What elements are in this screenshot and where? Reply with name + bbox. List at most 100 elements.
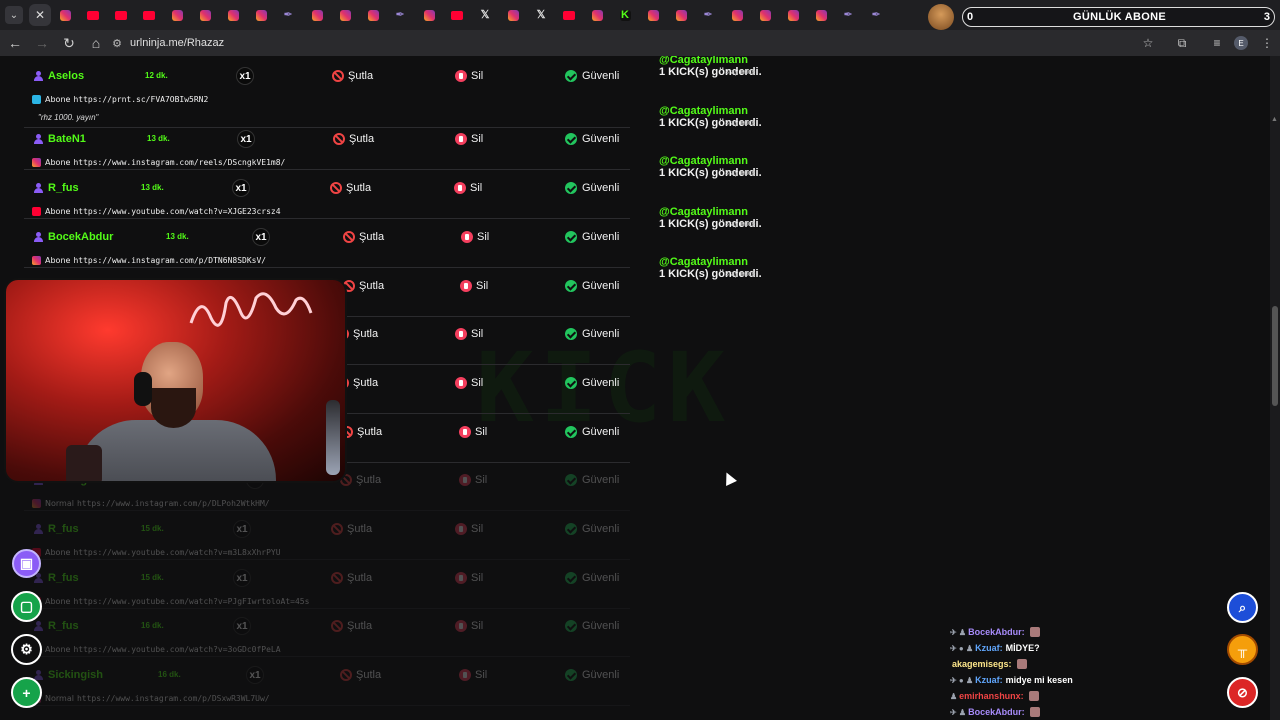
browser-tab[interactable]: ✒	[863, 0, 891, 30]
kick-user-button[interactable]: Şutla	[331, 620, 372, 632]
browser-tab[interactable]	[219, 0, 247, 30]
browser-tab[interactable]	[135, 0, 163, 30]
back-icon[interactable]: ←	[3, 31, 27, 55]
mark-safe-button[interactable]: Güvenli	[565, 620, 619, 632]
menu-kebab-icon[interactable]: ⋮	[1256, 33, 1278, 53]
browser-tab[interactable]	[359, 0, 387, 30]
delete-button[interactable]: Sil	[455, 133, 483, 145]
mark-safe-button[interactable]: Güvenli	[565, 377, 619, 389]
kick-user-button[interactable]: Şutla	[341, 426, 382, 438]
add-user-button[interactable]: +	[11, 677, 42, 708]
browser-tab[interactable]	[191, 0, 219, 30]
kick-user-button[interactable]: Şutla	[333, 133, 374, 145]
delete-button[interactable]: Sil	[455, 572, 483, 584]
browser-tab[interactable]: ✒	[387, 0, 415, 30]
browser-tab[interactable]: 𝕏	[471, 0, 499, 30]
submission-link[interactable]: https://www.youtube.com/watch?v=PJgFIwrt…	[73, 597, 309, 606]
submission-link[interactable]: https://www.instagram.com/p/DLPoh2WtkHM/	[77, 499, 270, 508]
browser-tab[interactable]	[723, 0, 751, 30]
browser-tab[interactable]	[79, 0, 107, 30]
browser-tab[interactable]	[163, 0, 191, 30]
url-text[interactable]: urlninja.me/Rhazaz	[130, 37, 224, 49]
browser-tab[interactable]	[499, 0, 527, 30]
mark-safe-button[interactable]: Güvenli	[565, 280, 619, 292]
chat-username[interactable]: BocekAbdur:	[968, 627, 1025, 637]
delete-button[interactable]: Sil	[461, 231, 489, 243]
kick-user-button[interactable]: Şutla	[340, 474, 381, 486]
delete-button[interactable]: Sil	[460, 280, 488, 292]
username[interactable]: R_fus	[48, 523, 79, 535]
delete-button[interactable]: Sil	[459, 474, 487, 486]
browser-tab[interactable]	[303, 0, 331, 30]
username[interactable]: BateN1	[48, 133, 86, 145]
chat-username[interactable]: akagemisegs:	[952, 659, 1012, 669]
mark-safe-button[interactable]: Güvenli	[565, 70, 619, 82]
twitch-button[interactable]: ▣	[12, 549, 41, 578]
page-scrollbar[interactable]: ▲	[1270, 56, 1280, 720]
delete-button[interactable]: Sil	[455, 377, 483, 389]
mark-safe-button[interactable]: Güvenli	[565, 669, 619, 681]
submission-link[interactable]: https://www.instagram.com/reels/DScngkVE…	[73, 158, 285, 167]
browser-tab[interactable]	[779, 0, 807, 30]
username[interactable]: Sickingish	[48, 669, 103, 681]
kick-user-button[interactable]: Şutla	[330, 182, 371, 194]
browser-tab[interactable]: 𝕏	[527, 0, 555, 30]
mark-safe-button[interactable]: Güvenli	[565, 426, 619, 438]
site-settings-icon[interactable]: ⚙	[110, 36, 124, 50]
submission-link[interactable]: https://prnt.sc/FVA7OBIw5RN2	[73, 95, 208, 104]
username[interactable]: R_fus	[48, 182, 79, 194]
active-tab-close-icon[interactable]: ✕	[29, 4, 51, 26]
media-controls-icon[interactable]: ≡	[1206, 33, 1228, 53]
mark-safe-button[interactable]: Güvenli	[565, 572, 619, 584]
browser-tab[interactable]	[51, 0, 79, 30]
browser-tab[interactable]	[639, 0, 667, 30]
browser-tab[interactable]	[331, 0, 359, 30]
browser-tab[interactable]	[807, 0, 835, 30]
scroll-thumb[interactable]	[1272, 306, 1278, 406]
message-user[interactable]: @Cagataylimann	[659, 256, 769, 268]
delete-button[interactable]: Sil	[454, 182, 482, 194]
browser-tab[interactable]	[751, 0, 779, 30]
submission-link[interactable]: https://www.youtube.com/watch?v=3oGDc0fP…	[73, 645, 280, 654]
browser-tab[interactable]	[583, 0, 611, 30]
delete-button[interactable]: Sil	[455, 70, 483, 82]
browser-tab[interactable]: K	[611, 0, 639, 30]
mark-safe-button[interactable]: Güvenli	[565, 133, 619, 145]
submission-link[interactable]: https://www.youtube.com/watch?v=m3L8xXhr…	[73, 548, 280, 557]
kick-button[interactable]: ▢	[11, 591, 42, 622]
kick-user-button[interactable]: Şutla	[331, 572, 372, 584]
tab-search-menu[interactable]: ⌄	[5, 6, 23, 24]
mark-safe-button[interactable]: Güvenli	[565, 328, 619, 340]
delete-button[interactable]: Sil	[455, 523, 483, 535]
extensions-icon[interactable]: ⧉	[1171, 33, 1193, 53]
submission-link[interactable]: https://www.instagram.com/p/DSxwR3WL7Uw/	[77, 694, 270, 703]
remove-user-button[interactable]: ⊘	[1227, 677, 1258, 708]
delete-button[interactable]: Sil	[459, 426, 487, 438]
delete-button[interactable]: Sil	[459, 669, 487, 681]
profile-avatar[interactable]: E	[1230, 33, 1252, 53]
message-user[interactable]: @Cagataylimann	[659, 56, 769, 66]
reload-icon[interactable]: ↻	[57, 31, 81, 55]
search-button[interactable]: ⌕	[1227, 592, 1258, 623]
browser-tab[interactable]: ✒	[835, 0, 863, 30]
scroll-up-icon[interactable]: ▲	[1271, 116, 1279, 124]
username[interactable]: BocekAbdur	[48, 231, 113, 243]
delete-button[interactable]: Sil	[455, 620, 483, 632]
kick-user-button[interactable]: Şutla	[332, 70, 373, 82]
chat-username[interactable]: Kzuaf:	[975, 675, 1003, 685]
username[interactable]: R_fus	[48, 572, 79, 584]
forward-icon[interactable]: →	[30, 31, 54, 55]
mark-safe-button[interactable]: Güvenli	[565, 182, 619, 194]
browser-tab[interactable]	[555, 0, 583, 30]
kick-user-button[interactable]: Şutla	[343, 231, 384, 243]
browser-tab[interactable]	[247, 0, 275, 30]
mark-safe-button[interactable]: Güvenli	[565, 231, 619, 243]
browser-tab[interactable]	[443, 0, 471, 30]
message-user[interactable]: @Cagataylimann	[659, 105, 769, 117]
message-user[interactable]: @Cagataylimann	[659, 206, 769, 218]
kick-user-button[interactable]: Şutla	[343, 280, 384, 292]
chat-username[interactable]: emirhanshunx:	[959, 691, 1024, 701]
username[interactable]: R_fus	[48, 620, 79, 632]
browser-tab[interactable]: ✒	[695, 0, 723, 30]
browser-tab[interactable]	[667, 0, 695, 30]
